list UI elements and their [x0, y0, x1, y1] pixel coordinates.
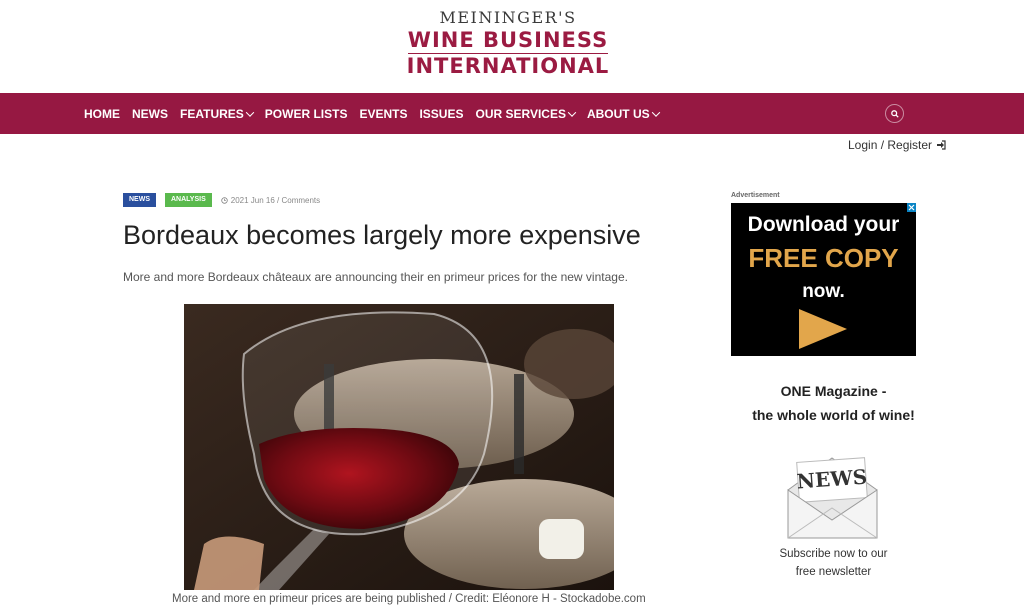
article-hero-image — [184, 304, 614, 590]
ad-line-3: now. — [802, 281, 845, 302]
wine-glass-photo — [184, 304, 614, 590]
article-meta: NEWS ANALYSIS 2021 Jun 16 / Comments — [123, 193, 320, 207]
nav-item-label: ISSUES — [419, 106, 464, 121]
chevron-down-icon — [567, 107, 577, 117]
image-caption: More and more en primeur prices are bein… — [172, 593, 646, 605]
chevron-down-icon — [245, 107, 255, 117]
nav-item-label: FEATURES — [180, 106, 244, 121]
nav-item-label: HOME — [84, 106, 120, 121]
nav-item-label: NEWS — [132, 106, 168, 121]
logo-line-1: MEININGER'S — [439, 8, 577, 27]
ad-line-1: Download your — [747, 213, 900, 236]
article-date-text: 2021 Jun 16 / Comments — [230, 195, 321, 205]
article-lead: More and more Bordeaux châteaux are anno… — [123, 270, 628, 284]
newsletter-image-text: NEWS — [796, 465, 868, 494]
tag-analysis-badge[interactable]: ANALYSIS — [165, 193, 212, 207]
tag-news-badge[interactable]: NEWS — [123, 193, 156, 207]
nav-item-news[interactable]: NEWS — [132, 107, 168, 121]
login-label: Login / Register — [848, 138, 933, 152]
site-logo[interactable]: MEININGER'S WINE BUSINESS INTERNATIONAL — [396, 8, 620, 78]
nav-item-label: EVENTS — [359, 106, 408, 121]
nav-item-features[interactable]: FEATURES — [180, 106, 255, 121]
ad-choices-icon[interactable] — [907, 203, 916, 212]
close-icon — [908, 204, 915, 211]
logo-line-3: INTERNATIONAL — [406, 54, 610, 78]
logo-line-2: WINE BUSINESS — [407, 28, 609, 54]
search-button[interactable] — [885, 104, 904, 123]
nav-list: HOME NEWS FEATURES POWER LISTS EVENTS IS… — [84, 93, 671, 134]
nav-item-power-lists[interactable]: POWER LISTS — [265, 107, 348, 121]
nav-item-our-services[interactable]: OUR SERVICES — [475, 106, 577, 121]
magazine-line-1[interactable]: ONE Magazine - — [731, 383, 936, 399]
search-icon — [890, 109, 899, 118]
nav-item-label: ABOUT US — [586, 106, 650, 121]
newsletter-envelope-image[interactable]: NEWS — [780, 450, 885, 545]
advertisement-label: Advertisement — [731, 192, 780, 199]
nav-item-issues[interactable]: ISSUES — [419, 107, 463, 121]
main-navbar: HOME NEWS FEATURES POWER LISTS EVENTS IS… — [0, 93, 1024, 134]
nav-item-events[interactable]: EVENTS — [359, 107, 407, 121]
nav-item-label: OUR SERVICES — [475, 106, 566, 121]
play-icon — [799, 309, 847, 349]
newsletter-line-2[interactable]: free newsletter — [731, 566, 936, 578]
clock-icon — [221, 196, 228, 204]
newsletter-envelope-icon: NEWS — [787, 457, 878, 539]
chevron-down-icon — [651, 107, 660, 117]
article-title: Bordeaux becomes largely more expensive — [123, 220, 641, 250]
ad-line-2: FREE COPY — [748, 243, 899, 273]
login-register-link[interactable]: Login / Register — [848, 138, 946, 152]
nav-item-label: POWER LISTS — [264, 106, 348, 121]
advertisement-banner[interactable]: Download your FREE COPY now. — [731, 203, 916, 356]
newsletter-line-1[interactable]: Subscribe now to our — [731, 548, 936, 560]
magazine-line-2[interactable]: the whole world of wine! — [731, 407, 936, 423]
sign-in-icon — [937, 140, 946, 150]
nav-item-about-us[interactable]: ABOUT US — [586, 106, 660, 121]
nav-item-home[interactable]: HOME — [84, 107, 120, 121]
article-date: 2021 Jun 16 / Comments — [221, 196, 320, 205]
